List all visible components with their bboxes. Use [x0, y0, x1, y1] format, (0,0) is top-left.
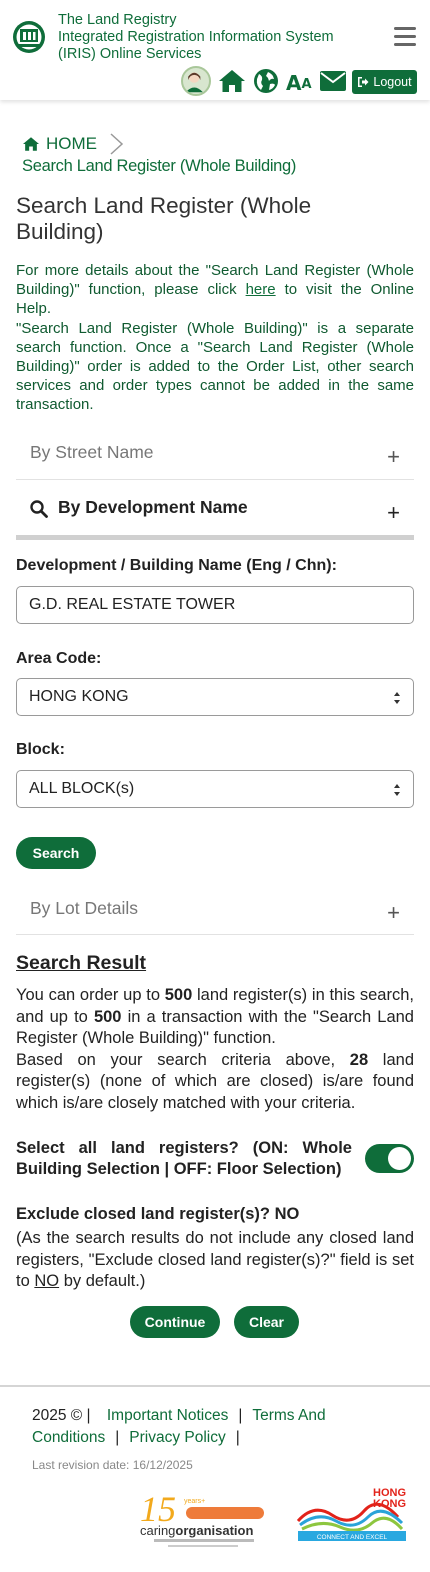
area-code-value: HONG KONG: [29, 688, 129, 705]
development-name-input[interactable]: G.D. REAL ESTATE TOWER: [16, 586, 414, 624]
hk-brand-tagline: CONNECT AND EXCEL: [317, 1534, 388, 1541]
block-label: Block:: [16, 741, 65, 758]
toggle-knob: [388, 1147, 411, 1170]
breadcrumb-home-label: HOME: [46, 134, 97, 153]
avatar-icon[interactable]: [181, 66, 211, 96]
organisation-text: organisation: [175, 1523, 253, 1538]
caring-text: caring: [140, 1523, 175, 1538]
separator: |: [238, 1407, 243, 1424]
found-count: 28: [349, 1050, 369, 1069]
site-header: The Land Registry Integrated Registratio…: [0, 0, 430, 100]
page-title: Search Land Register (Whole Building): [16, 193, 312, 244]
select-all-toggle[interactable]: [365, 1144, 414, 1173]
svg-text:caringorganisation: caringorganisation: [140, 1523, 253, 1538]
exclude-closed-label: Exclude closed land register(s)? NO: [16, 1205, 300, 1223]
expand-icon: +: [387, 444, 400, 469]
accordion-by-development-name[interactable]: By Development Name +: [16, 480, 414, 540]
menu-icon[interactable]: [394, 27, 416, 47]
globe-icon[interactable]: [253, 68, 279, 94]
logout-button[interactable]: Logout: [352, 70, 417, 94]
header-toolbar: AA Logout: [0, 66, 430, 98]
logout-icon: [358, 77, 369, 87]
development-name-value: G.D. REAL ESTATE TOWER: [29, 596, 236, 613]
caring-years-suffix: years+: [184, 1498, 205, 1505]
area-code-select[interactable]: HONG KONG: [16, 678, 414, 716]
continue-button[interactable]: Continue: [130, 1306, 220, 1338]
expand-icon: +: [387, 500, 400, 525]
breadcrumb-current: Search Land Register (Whole Building): [22, 157, 297, 175]
clear-button[interactable]: Clear: [234, 1306, 299, 1338]
accordion-lot-label: By Lot Details: [30, 898, 138, 918]
block-select[interactable]: ALL BLOCK(s): [16, 770, 414, 808]
font-size-icon[interactable]: AA: [286, 68, 314, 94]
note-text: by default.): [59, 1272, 146, 1290]
copyright: 2025 © |: [32, 1407, 91, 1424]
privacy-policy-link[interactable]: Privacy Policy: [129, 1429, 225, 1446]
separator: |: [115, 1429, 120, 1446]
home-icon[interactable]: [218, 68, 246, 94]
max-transaction-count: 500: [93, 1007, 122, 1026]
home-icon: [23, 137, 39, 151]
search-button[interactable]: Search: [16, 837, 96, 869]
site-title-line-1: The Land Registry: [58, 12, 177, 28]
hong-kong-brand-logo[interactable]: HONG KONG CONNECT AND EXCEL: [294, 1485, 410, 1547]
intro-text: For more details about the "Search Land …: [16, 261, 414, 415]
caring-organisation-logo[interactable]: 15 years+ caringorganisation: [138, 1487, 268, 1551]
site-title[interactable]: The Land Registry Integrated Registratio…: [58, 12, 358, 63]
note-no-value: NO: [34, 1272, 60, 1290]
summary-text: Based on your search criteria above,: [16, 1050, 350, 1069]
site-footer: 2025 © | Important Notices | Terms And Con…: [0, 1385, 430, 1572]
search-icon: [30, 500, 48, 518]
chevron-right-icon: [110, 133, 124, 155]
accordion-development-label: By Development Name: [58, 497, 248, 517]
online-help-link[interactable]: here: [246, 281, 276, 298]
separator: |: [235, 1429, 240, 1446]
logout-label: Logout: [373, 75, 412, 89]
select-all-toggle-label: Select all land registers? (ON: Whole Bu…: [16, 1139, 352, 1178]
footer-links: 2025 © | Important Notices | Terms And Con…: [32, 1405, 402, 1449]
breadcrumb-home-link[interactable]: HOME: [22, 134, 97, 154]
area-code-label: Area Code:: [16, 650, 102, 667]
last-revision-date: Last revision date: 16/12/2025: [32, 1458, 193, 1472]
max-search-count: 500: [164, 986, 193, 1004]
expand-icon: +: [387, 900, 400, 925]
land-registry-logo[interactable]: [12, 20, 46, 54]
accordion-by-lot-details[interactable]: By Lot Details +: [16, 888, 414, 935]
select-arrows-icon: [394, 692, 400, 704]
summary-text: You can order up to: [16, 986, 165, 1004]
important-notices-link[interactable]: Important Notices: [107, 1407, 228, 1424]
exclude-closed-note: (As the search results do not include an…: [16, 1228, 414, 1293]
mail-icon[interactable]: [320, 71, 346, 91]
development-name-label: Development / Building Name (Eng / Chn):: [16, 557, 337, 574]
search-result-summary: You can order up to 500 land register(s)…: [16, 985, 414, 1114]
block-value: ALL BLOCK(s): [29, 780, 135, 797]
site-title-line-3: (IRIS) Online Services: [58, 46, 202, 62]
site-title-line-2: Integrated Registration Information Syst…: [58, 29, 334, 45]
select-arrows-icon: [394, 784, 400, 796]
accordion-by-street-name[interactable]: By Street Name +: [16, 432, 414, 480]
intro-text-para2: "Search Land Register (Whole Building)" …: [16, 319, 414, 414]
accordion-street-label: By Street Name: [30, 442, 154, 462]
search-result-title: Search Result: [16, 952, 147, 974]
